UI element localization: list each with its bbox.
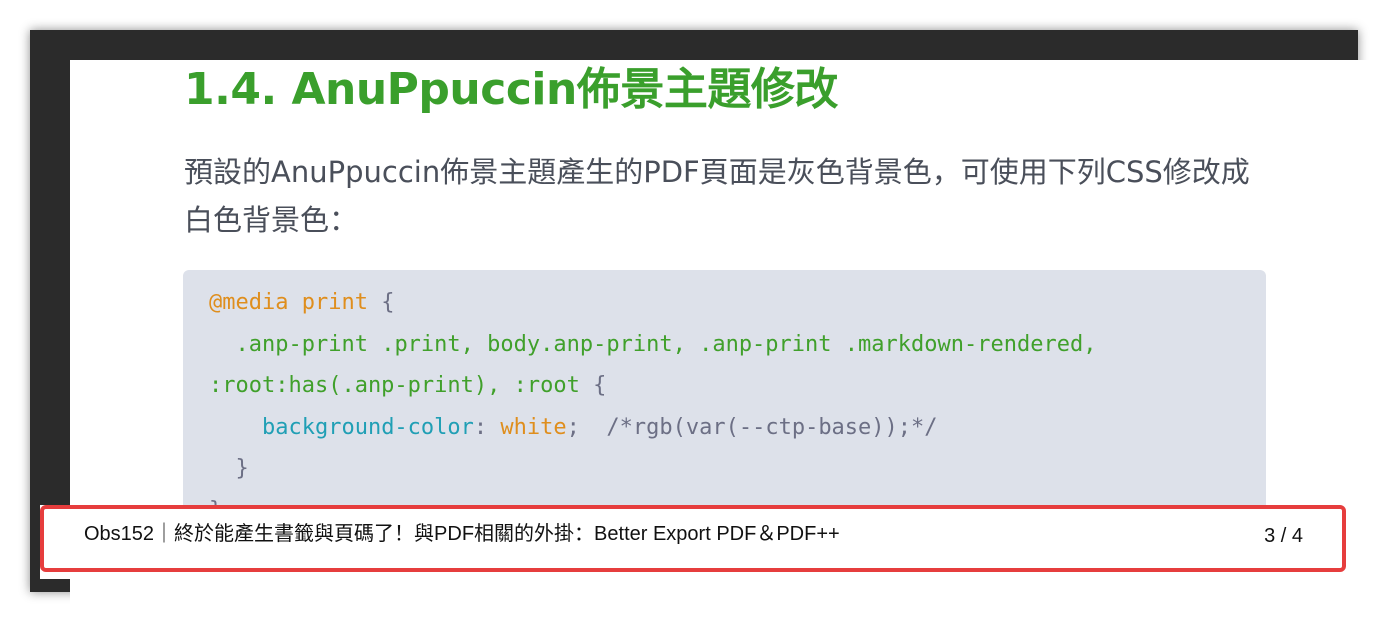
section-paragraph: 預設的AnuPpuccin佈景主題產生的PDF頁面是灰色背景色，可使用下列CSS… <box>184 155 1250 237</box>
code-open-brace-2: { <box>593 373 607 398</box>
code-close-brace-inner: } <box>235 456 249 481</box>
code-selectors-line-3: :root:has(.anp-print), :root <box>209 373 580 398</box>
code-comment: /*rgb(var(--ctp-base));*/ <box>606 414 938 440</box>
footer-page-number: 3 / 4 <box>1264 525 1303 547</box>
code-selectors-line-2: .anp-print .print, body.anp-print, .anp-… <box>235 331 1097 357</box>
code-content: @media print { .anp-print .print, body.a… <box>209 282 1096 531</box>
page-footer: Obs152｜終於能產生書籤與頁碼了！與PDF相關的外掛：Better Expo… <box>40 505 1346 579</box>
code-value: white <box>500 414 567 440</box>
code-property: background-color <box>261 414 474 440</box>
code-line-1: @media print { <box>209 290 394 315</box>
code-at-rule: @media <box>209 290 289 315</box>
code-colon: : <box>473 414 488 440</box>
code-semicolon: ; <box>566 414 580 440</box>
code-open-brace: { <box>381 290 395 315</box>
code-media-type: print <box>301 290 368 315</box>
footer-document-title: Obs152｜終於能產生書籤與頁碼了！與PDF相關的外掛：Better Expo… <box>84 523 840 545</box>
section-heading: 1.4. AnuPpuccin佈景主題修改 <box>184 64 838 115</box>
